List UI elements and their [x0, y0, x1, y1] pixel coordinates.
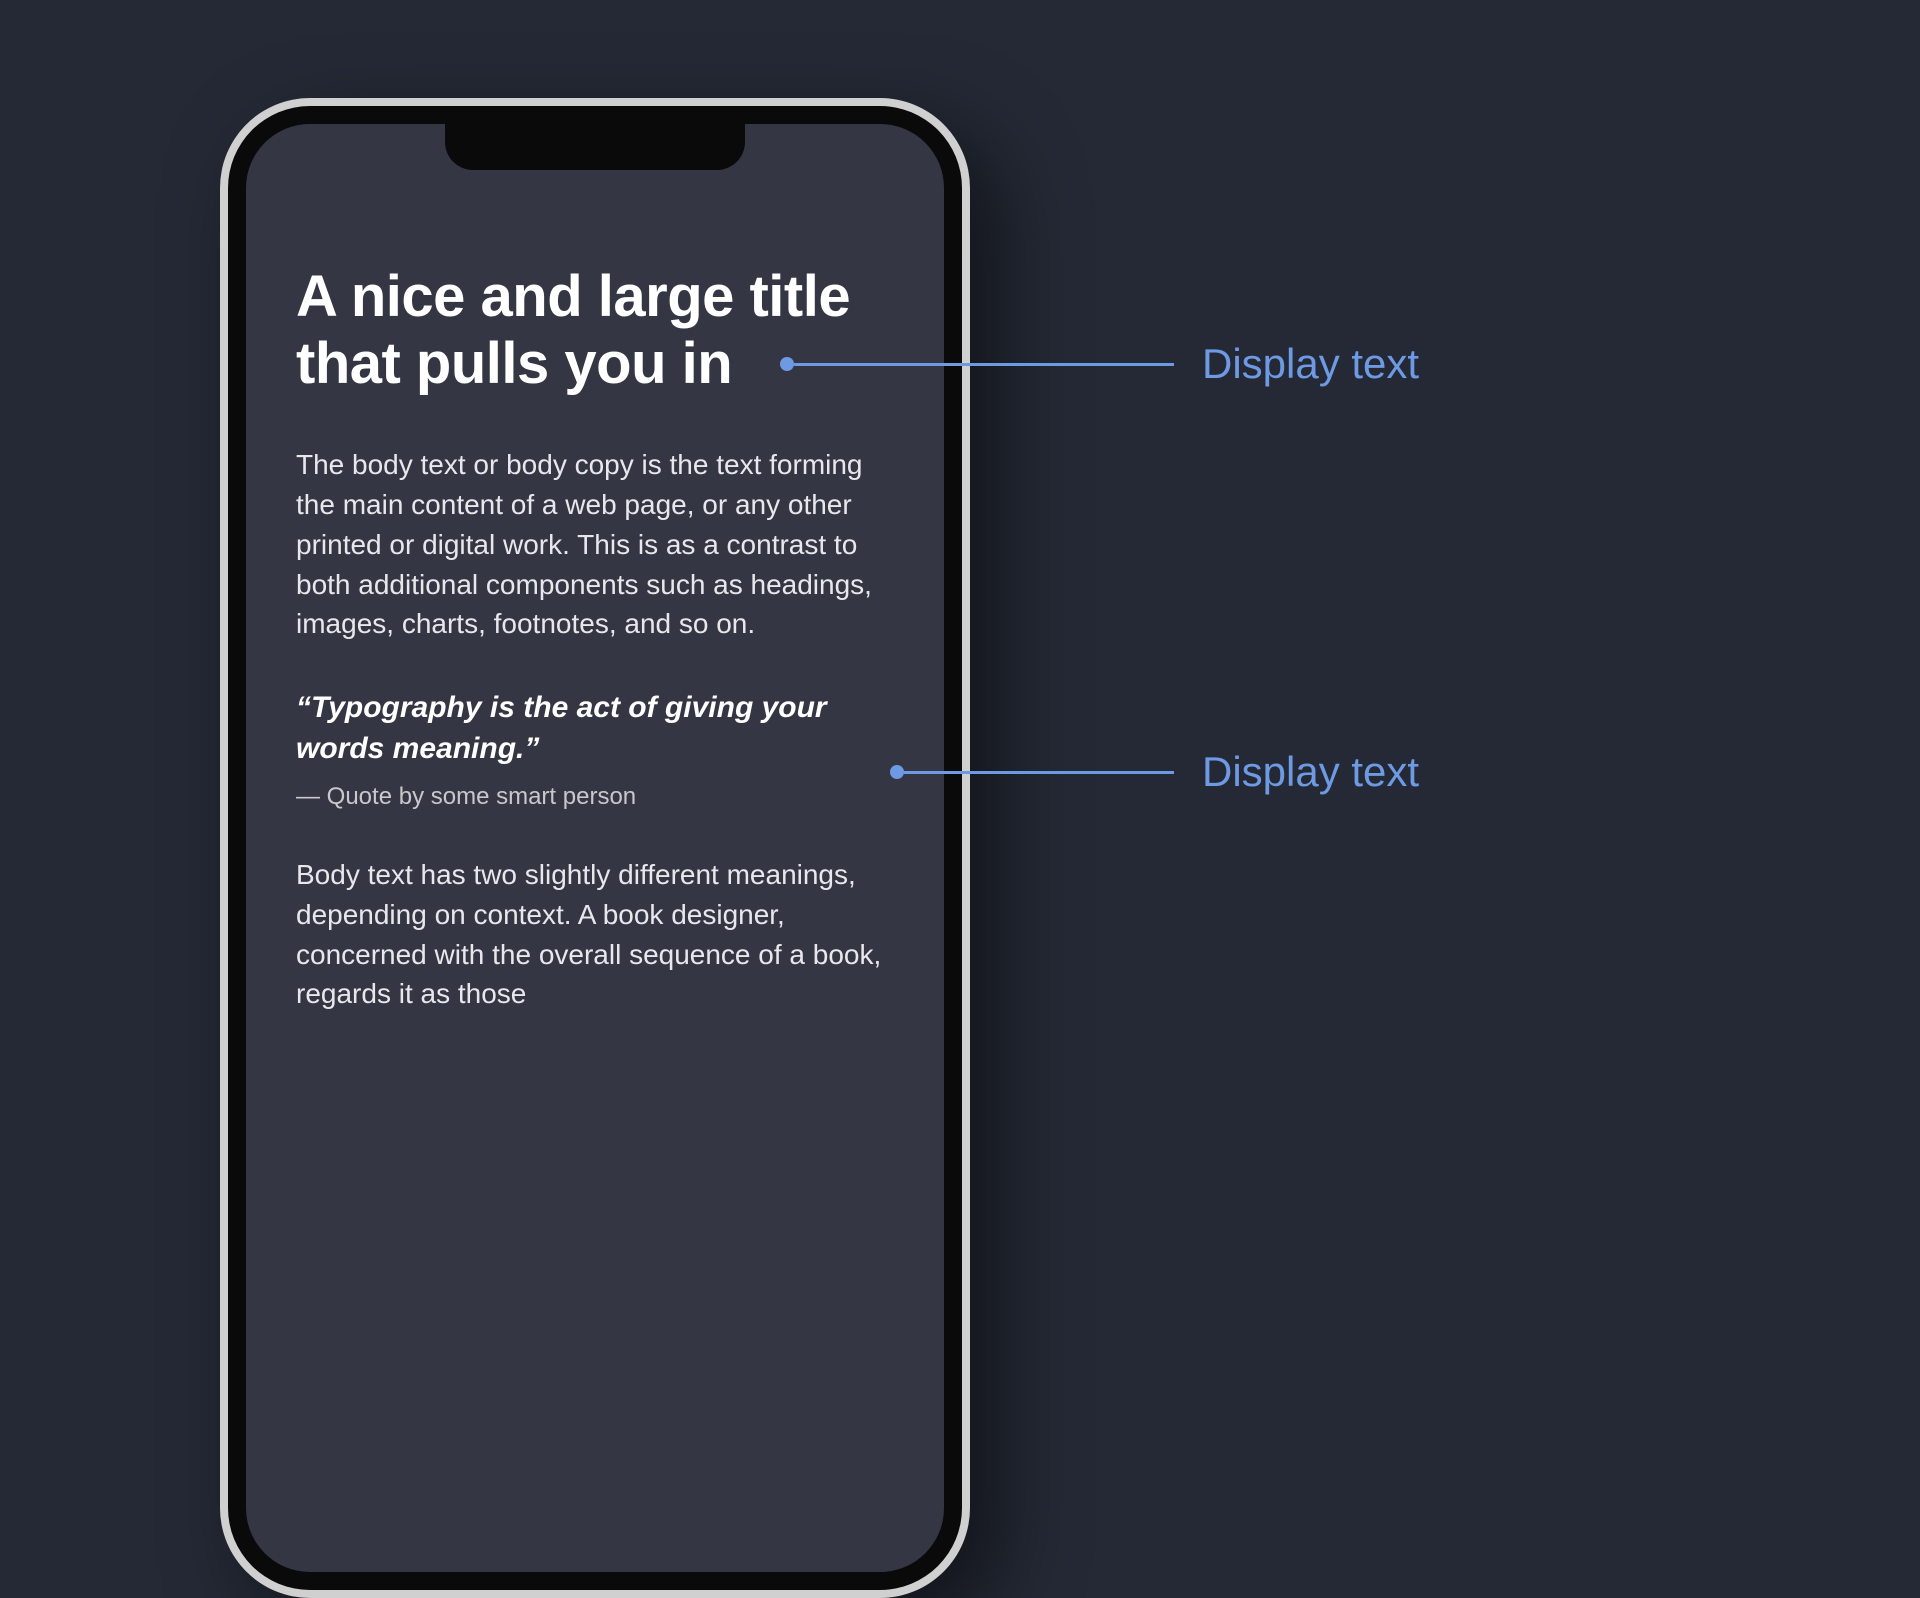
annotation-line	[904, 771, 1174, 774]
annotation-line	[794, 363, 1174, 366]
phone-notch	[445, 124, 745, 170]
annotation-display-text-1: Display text	[780, 340, 1419, 388]
annotation-dot-icon	[890, 765, 904, 779]
phone-frame-outer: A nice and large title that pulls you in…	[220, 98, 970, 1598]
annotation-display-text-2: Display text	[890, 748, 1419, 796]
phone-frame-inner: A nice and large title that pulls you in…	[228, 106, 962, 1590]
article-quote: “Typography is the act of giving your wo…	[296, 688, 894, 769]
annotation-dot-icon	[780, 357, 794, 371]
annotation-label: Display text	[1202, 748, 1419, 796]
article-body-paragraph-2: Body text has two slightly different mea…	[296, 855, 894, 1014]
quote-attribution: — Quote by some smart person	[296, 783, 894, 811]
article-body-paragraph-1: The body text or body copy is the text f…	[296, 445, 894, 644]
annotation-label: Display text	[1202, 340, 1419, 388]
